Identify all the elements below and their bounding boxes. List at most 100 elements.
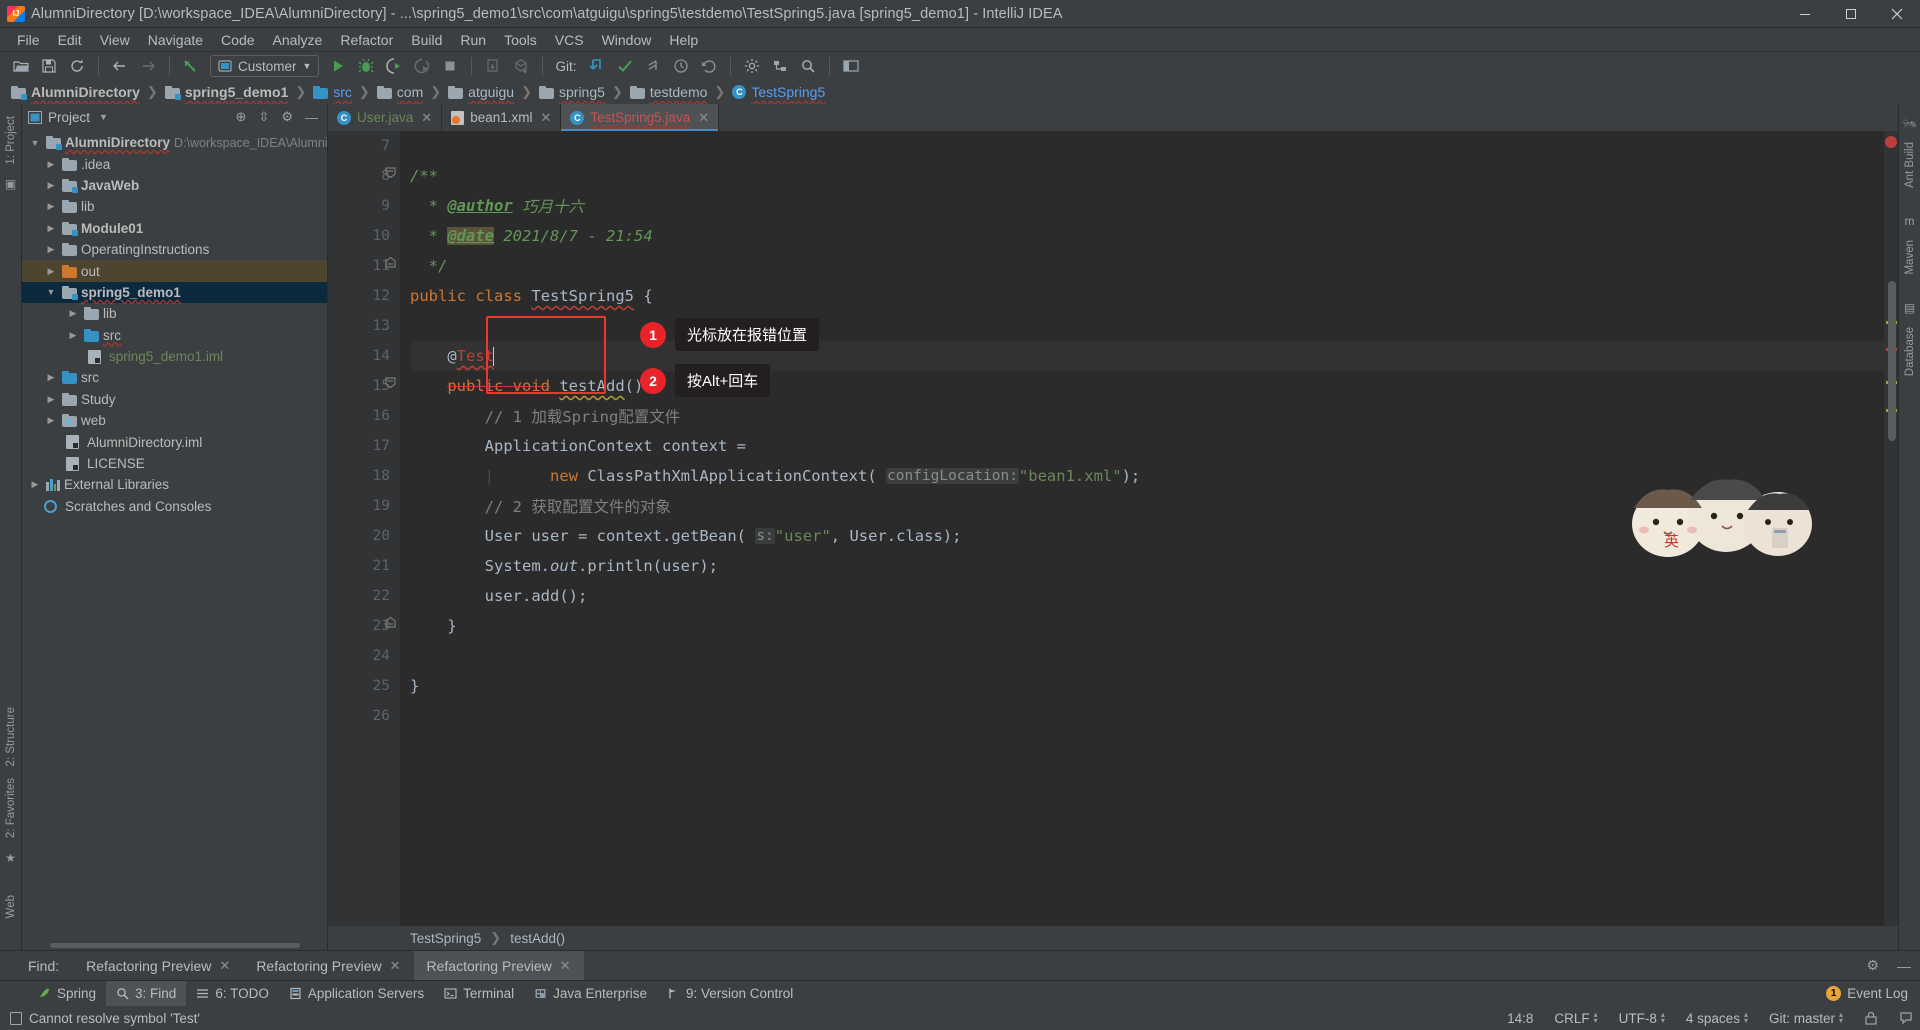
chevron-right-icon[interactable]: ▶ bbox=[44, 223, 58, 234]
push-icon[interactable] bbox=[640, 54, 666, 78]
open-folder-icon[interactable] bbox=[8, 54, 34, 78]
sidebar-item-maven[interactable]: Maven bbox=[1902, 234, 1918, 281]
locate-file-icon[interactable]: ⊕ bbox=[233, 109, 250, 125]
code-editor[interactable]: 7 8 9 10 11 12 13 14 15 16 17 18 19 20 2… bbox=[328, 131, 1898, 926]
close-icon[interactable]: ✕ bbox=[219, 958, 230, 974]
close-icon[interactable]: ✕ bbox=[540, 110, 551, 126]
chevron-right-icon[interactable]: ▶ bbox=[66, 308, 80, 319]
menu-window[interactable]: Window bbox=[593, 30, 661, 50]
notifications-icon[interactable] bbox=[1892, 1011, 1920, 1025]
sidebar-item-structure[interactable]: 2: Structure bbox=[3, 701, 19, 772]
menu-tools[interactable]: Tools bbox=[495, 30, 546, 50]
menu-refactor[interactable]: Refactor bbox=[331, 30, 402, 50]
git-branch-widget[interactable]: Git: master ▴ ▾ bbox=[1762, 1011, 1850, 1026]
sidebar-item-project[interactable]: 1: Project bbox=[3, 110, 19, 171]
tree-item-lib[interactable]: ▶ lib bbox=[22, 196, 327, 217]
tree-item-javaweb[interactable]: ▶ JavaWeb bbox=[22, 175, 327, 196]
editor-vertical-scrollbar[interactable] bbox=[1888, 281, 1896, 441]
tool-tab-find[interactable]: 3: Find bbox=[106, 980, 187, 1007]
chevron-right-icon[interactable]: ▶ bbox=[66, 330, 80, 341]
chevron-right-icon[interactable]: ▶ bbox=[28, 479, 42, 490]
event-log-button[interactable]: 1 Event Log bbox=[1826, 986, 1920, 1001]
close-button[interactable] bbox=[1874, 0, 1920, 28]
menu-build[interactable]: Build bbox=[402, 30, 451, 50]
menu-vcs[interactable]: VCS bbox=[546, 30, 593, 50]
tool-tab-version-control[interactable]: 9: Version Control bbox=[657, 981, 803, 1007]
run-with-coverage-icon[interactable] bbox=[381, 54, 407, 78]
find-tab-refactoring-preview-2[interactable]: Refactoring Preview ✕ bbox=[243, 951, 413, 981]
breadcrumb-item-testspring5[interactable]: C TestSpring5 bbox=[729, 84, 828, 100]
editor-tab-user-java[interactable]: C User.java ✕ bbox=[328, 104, 443, 131]
chevron-down-icon[interactable]: ▼ bbox=[96, 112, 111, 122]
sync-icon[interactable] bbox=[64, 54, 90, 78]
hide-panel-icon[interactable]: — bbox=[302, 110, 321, 125]
close-icon[interactable]: ✕ bbox=[390, 958, 401, 974]
tree-item-idea[interactable]: ▶ .idea bbox=[22, 153, 327, 174]
menu-file[interactable]: File bbox=[8, 30, 49, 50]
revert-icon[interactable] bbox=[178, 54, 204, 78]
editor-breadcrumb-method[interactable]: testAdd() bbox=[510, 931, 565, 946]
tool-tab-java-enterprise[interactable]: Java Enterprise bbox=[524, 981, 657, 1007]
save-icon[interactable] bbox=[36, 54, 62, 78]
tool-tab-todo[interactable]: 6: TODO bbox=[186, 981, 279, 1007]
back-arrow-icon[interactable] bbox=[107, 54, 133, 78]
close-icon[interactable]: ✕ bbox=[698, 110, 709, 126]
collapse-all-icon[interactable]: ⇳ bbox=[255, 109, 272, 125]
close-icon[interactable]: ✕ bbox=[560, 958, 571, 974]
chevron-right-icon[interactable]: ▶ bbox=[44, 394, 58, 405]
tree-item-operatinginstructions[interactable]: ▶ OperatingInstructions bbox=[22, 239, 327, 260]
history-icon[interactable] bbox=[668, 54, 694, 78]
tree-item-alumnidirectory[interactable]: ▼ AlumniDirectory D:\workspace_IDEA\Alum… bbox=[22, 132, 327, 153]
minimize-icon[interactable]: — bbox=[1888, 958, 1920, 974]
read-only-icon[interactable] bbox=[1857, 1011, 1885, 1025]
tool-tab-application-servers[interactable]: Application Servers bbox=[279, 981, 434, 1007]
run-icon[interactable] bbox=[325, 54, 351, 78]
caret-position[interactable]: 14:8 bbox=[1500, 1011, 1540, 1026]
chevron-right-icon[interactable]: ▶ bbox=[44, 415, 58, 426]
chevron-right-icon[interactable]: ▶ bbox=[44, 159, 58, 170]
tool-tab-spring[interactable]: Spring bbox=[28, 981, 106, 1007]
chevron-right-icon[interactable]: ▶ bbox=[44, 372, 58, 383]
update-project-icon[interactable] bbox=[584, 54, 610, 78]
encoding-selector[interactable]: UTF-8 ▴ ▾ bbox=[1612, 1011, 1672, 1026]
sidebar-item-favorites[interactable]: 2: Favorites bbox=[3, 772, 19, 844]
breadcrumb-item-spring5demo1[interactable]: spring5_demo1 bbox=[162, 84, 291, 100]
sidebar-item-database[interactable]: Database bbox=[1902, 321, 1918, 382]
error-marker-gutter[interactable] bbox=[1884, 131, 1898, 926]
profile-icon[interactable] bbox=[409, 54, 435, 78]
line-separator-selector[interactable]: CRLF ▴ ▾ bbox=[1547, 1011, 1604, 1026]
forward-arrow-icon[interactable] bbox=[135, 54, 161, 78]
stop-icon[interactable] bbox=[437, 54, 463, 78]
menu-edit[interactable]: Edit bbox=[49, 30, 91, 50]
rollback-icon[interactable] bbox=[696, 54, 722, 78]
commit-icon[interactable] bbox=[612, 54, 638, 78]
gear-icon[interactable]: ⚙ bbox=[1857, 957, 1888, 974]
tree-item-spring5-demo1[interactable]: ▼ spring5_demo1 bbox=[22, 281, 327, 304]
fold-marker-method[interactable] bbox=[385, 377, 396, 388]
layout-icon[interactable] bbox=[838, 54, 864, 78]
indent-selector[interactable]: 4 spaces ▴ ▾ bbox=[1679, 1011, 1755, 1026]
minimize-button[interactable] bbox=[1782, 0, 1828, 28]
find-tab-refactoring-preview-3[interactable]: Refactoring Preview ✕ bbox=[413, 950, 584, 981]
tree-item-out[interactable]: ▶ out bbox=[22, 260, 327, 282]
settings-icon[interactable] bbox=[739, 54, 765, 78]
tree-item-web[interactable]: ▶ web bbox=[22, 410, 327, 431]
tool-tab-terminal[interactable]: Terminal bbox=[434, 981, 524, 1007]
sidebar-item-ant-build[interactable]: Ant Build bbox=[1902, 136, 1918, 194]
search-everywhere-icon[interactable] bbox=[795, 54, 821, 78]
tree-item-scratches-consoles[interactable]: Scratches and Consoles bbox=[22, 496, 327, 517]
maximize-button[interactable] bbox=[1828, 0, 1874, 28]
menu-help[interactable]: Help bbox=[660, 30, 707, 50]
error-stripe-top[interactable] bbox=[1885, 136, 1897, 148]
menu-run[interactable]: Run bbox=[451, 30, 495, 50]
project-horizontal-scrollbar[interactable] bbox=[22, 940, 327, 950]
breadcrumb-item-src[interactable]: src bbox=[310, 84, 355, 100]
chevron-right-icon[interactable]: ▶ bbox=[44, 266, 58, 277]
menu-analyze[interactable]: Analyze bbox=[264, 30, 332, 50]
run-configuration-selector[interactable]: Customer ▼ bbox=[210, 55, 320, 77]
chevron-down-icon[interactable]: ▼ bbox=[44, 287, 58, 297]
menu-code[interactable]: Code bbox=[212, 30, 263, 50]
breadcrumb-item-testdemo[interactable]: testdemo bbox=[627, 84, 711, 100]
menu-navigate[interactable]: Navigate bbox=[139, 30, 212, 50]
tree-item-license[interactable]: LICENSE bbox=[22, 453, 327, 474]
